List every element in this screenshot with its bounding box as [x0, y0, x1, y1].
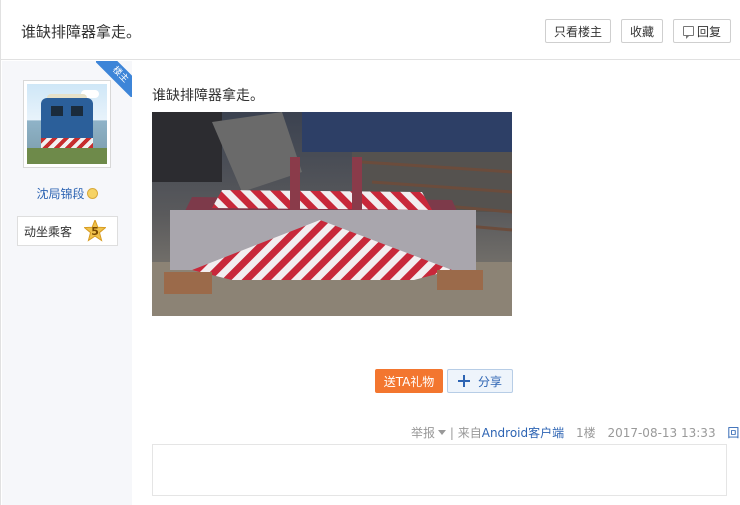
reply-link[interactable]: 回复: [727, 426, 740, 440]
op-badge: 楼主: [96, 61, 132, 97]
plus-icon: [457, 375, 470, 387]
post-timestamp: 2017-08-13 13:33: [607, 426, 716, 440]
post-photo[interactable]: [152, 112, 512, 316]
thread-header: 谁缺排障器拿走。 只看楼主 收藏 回复: [1, 0, 740, 60]
level-name: 动坐乘客: [24, 224, 73, 239]
source-prefix: 来自: [457, 426, 482, 440]
username-row: 沈局锦段: [2, 185, 132, 202]
favorite-button[interactable]: 收藏: [621, 19, 663, 43]
share-label: 分享: [477, 374, 502, 389]
thread-title: 谁缺排障器拿走。: [21, 23, 142, 41]
user-level[interactable]: 动坐乘客 5: [17, 216, 118, 246]
level-star-icon: 5: [84, 220, 107, 242]
meta-separator: |: [449, 426, 454, 440]
only-op-button[interactable]: 只看楼主: [545, 19, 611, 43]
username-link[interactable]: 沈局锦段: [36, 187, 84, 201]
client-link[interactable]: Android客户端: [482, 426, 564, 440]
caret-down-icon[interactable]: [438, 430, 447, 435]
send-gift-button[interactable]: 送TA礼物: [375, 369, 443, 393]
smile-icon: [86, 188, 98, 199]
share-button[interactable]: 分享: [447, 369, 513, 393]
reply-button[interactable]: 回复: [673, 19, 731, 43]
post-frame: 谁缺排障器拿走。 只看楼主 收藏 回复 楼主 沈局锦段 动坐乘客 5 谁缺排障器…: [0, 0, 740, 505]
post-body-text: 谁缺排障器拿走。: [152, 88, 264, 104]
report-link[interactable]: 举报: [411, 426, 435, 440]
level-number: 5: [91, 224, 99, 238]
comment-icon: [682, 26, 694, 39]
avatar-image: [27, 84, 107, 164]
post-meta: 举报 | 来自Android客户端 1楼 2017-08-13 13:33 回复: [411, 424, 740, 441]
reply-button-label: 回复: [696, 24, 721, 39]
reply-area[interactable]: [152, 444, 727, 496]
floor-number: 1楼: [575, 426, 596, 440]
op-badge-label: 楼主: [96, 61, 132, 97]
user-sidebar: 楼主 沈局锦段 动坐乘客 5: [2, 61, 132, 505]
